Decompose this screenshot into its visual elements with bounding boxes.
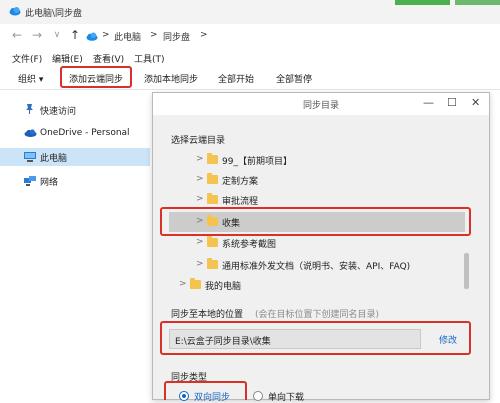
window-titlebar: 此电脑\同步盘 [0, 0, 500, 24]
tree-item-label: 通用标准外发文档（说明书、安装、API、FAQ) [222, 262, 411, 272]
maximize-icon[interactable]: ☐ [447, 96, 457, 109]
highlight-box-two-way-sync [164, 381, 247, 400]
chevron-right-icon[interactable]: > [196, 237, 204, 247]
close-icon[interactable]: ✕ [471, 96, 480, 109]
organize-button[interactable]: 组织 ▾ [18, 72, 43, 85]
highlight-box-add-cloud-sync [60, 66, 132, 88]
chevron-right-icon[interactable]: > [196, 194, 204, 204]
folder-icon [190, 278, 201, 289]
section-label-cloud-directory: 选择云端目录 [171, 136, 226, 146]
cloud-folder-icon [9, 7, 21, 16]
tree-scrollbar-thumb[interactable] [464, 253, 469, 289]
tree-item[interactable]: > 我的电脑 [169, 276, 469, 294]
cloud-icon [24, 129, 37, 137]
cloud-icon [86, 32, 98, 41]
tree-item[interactable]: > 定制方案 [169, 171, 469, 189]
tree-item-label: 系统参考截图 [222, 240, 277, 250]
computer-icon [24, 152, 36, 162]
recent-chevron-icon[interactable]: ∨ [50, 28, 64, 42]
window-title: 此电脑\同步盘 [25, 9, 83, 19]
background-window-strip [395, 0, 450, 5]
minimize-icon[interactable]: — [423, 96, 434, 109]
breadcrumb-sync-drive[interactable]: 同步盘 [163, 30, 190, 43]
menu-file[interactable]: 文件(F) [12, 52, 42, 65]
tree-item-label: 审批流程 [222, 197, 259, 207]
network-icon [24, 176, 36, 186]
sidebar-item-this-pc[interactable]: 此电脑 [40, 151, 67, 164]
sidebar-item-network[interactable]: 网络 [40, 175, 58, 188]
chevron-right-icon[interactable]: > [196, 174, 204, 184]
highlight-box-selected-folder [160, 207, 471, 236]
section-label-local-location: 同步至本地的位置 [171, 310, 244, 320]
sidebar-item-onedrive[interactable]: OneDrive - Personal [40, 128, 130, 138]
forward-arrow-icon[interactable]: → [30, 28, 44, 42]
up-arrow-icon[interactable]: ↑ [68, 28, 82, 42]
tree-item-label: 我的电脑 [205, 282, 242, 292]
folder-icon [207, 236, 218, 247]
chevron-right-icon[interactable]: > [196, 259, 204, 269]
back-arrow-icon[interactable]: ← [10, 28, 24, 42]
background-window-strip-2 [455, 0, 500, 5]
sidebar-selected-row [0, 148, 150, 166]
tree-item[interactable]: > 系统参考截图 [169, 234, 469, 252]
add-local-sync-button[interactable]: 添加本地同步 [144, 72, 198, 85]
one-way-download-label[interactable]: 单向下载 [268, 390, 304, 403]
folder-icon [207, 258, 218, 269]
menu-view[interactable]: 查看(V) [93, 52, 124, 65]
tree-item[interactable]: > 通用标准外发文档（说明书、安装、API、FAQ) [169, 256, 469, 274]
address-separator: > [200, 30, 208, 40]
sidebar-item-quick-access[interactable]: 快速访问 [40, 104, 76, 117]
tree-item-label: 定制方案 [222, 177, 259, 187]
local-location-hint: (会在目标位置下创建同名目录) [255, 310, 380, 320]
address-row: ← → ∨ ↑ > 此电脑 > 同步盘 > [0, 24, 500, 48]
dialog-title: 同步目录 [302, 101, 339, 111]
highlight-box-local-path [160, 321, 471, 355]
menu-tools[interactable]: 工具(T) [134, 52, 165, 65]
address-separator: > [102, 30, 110, 40]
pin-icon [26, 104, 33, 114]
chevron-right-icon[interactable]: > [179, 279, 187, 289]
chevron-right-icon[interactable]: > [196, 154, 204, 164]
folder-icon [207, 173, 218, 184]
menu-edit[interactable]: 编辑(E) [52, 52, 83, 65]
folder-icon [207, 153, 218, 164]
menu-bar: 文件(F) 编辑(E) 查看(V) 工具(T) [0, 50, 500, 66]
tree-item-label: 99_【前期项目】 [222, 157, 292, 167]
folder-icon [207, 193, 218, 204]
pause-all-button[interactable]: 全部暂停 [276, 72, 312, 85]
start-all-button[interactable]: 全部开始 [218, 72, 254, 85]
breadcrumb-this-pc[interactable]: 此电脑 [114, 30, 141, 43]
address-separator: > [150, 30, 158, 40]
dialog-titlebar: 同步目录 — ☐ ✕ [153, 93, 489, 115]
tree-item[interactable]: > 99_【前期项目】 [169, 151, 469, 169]
